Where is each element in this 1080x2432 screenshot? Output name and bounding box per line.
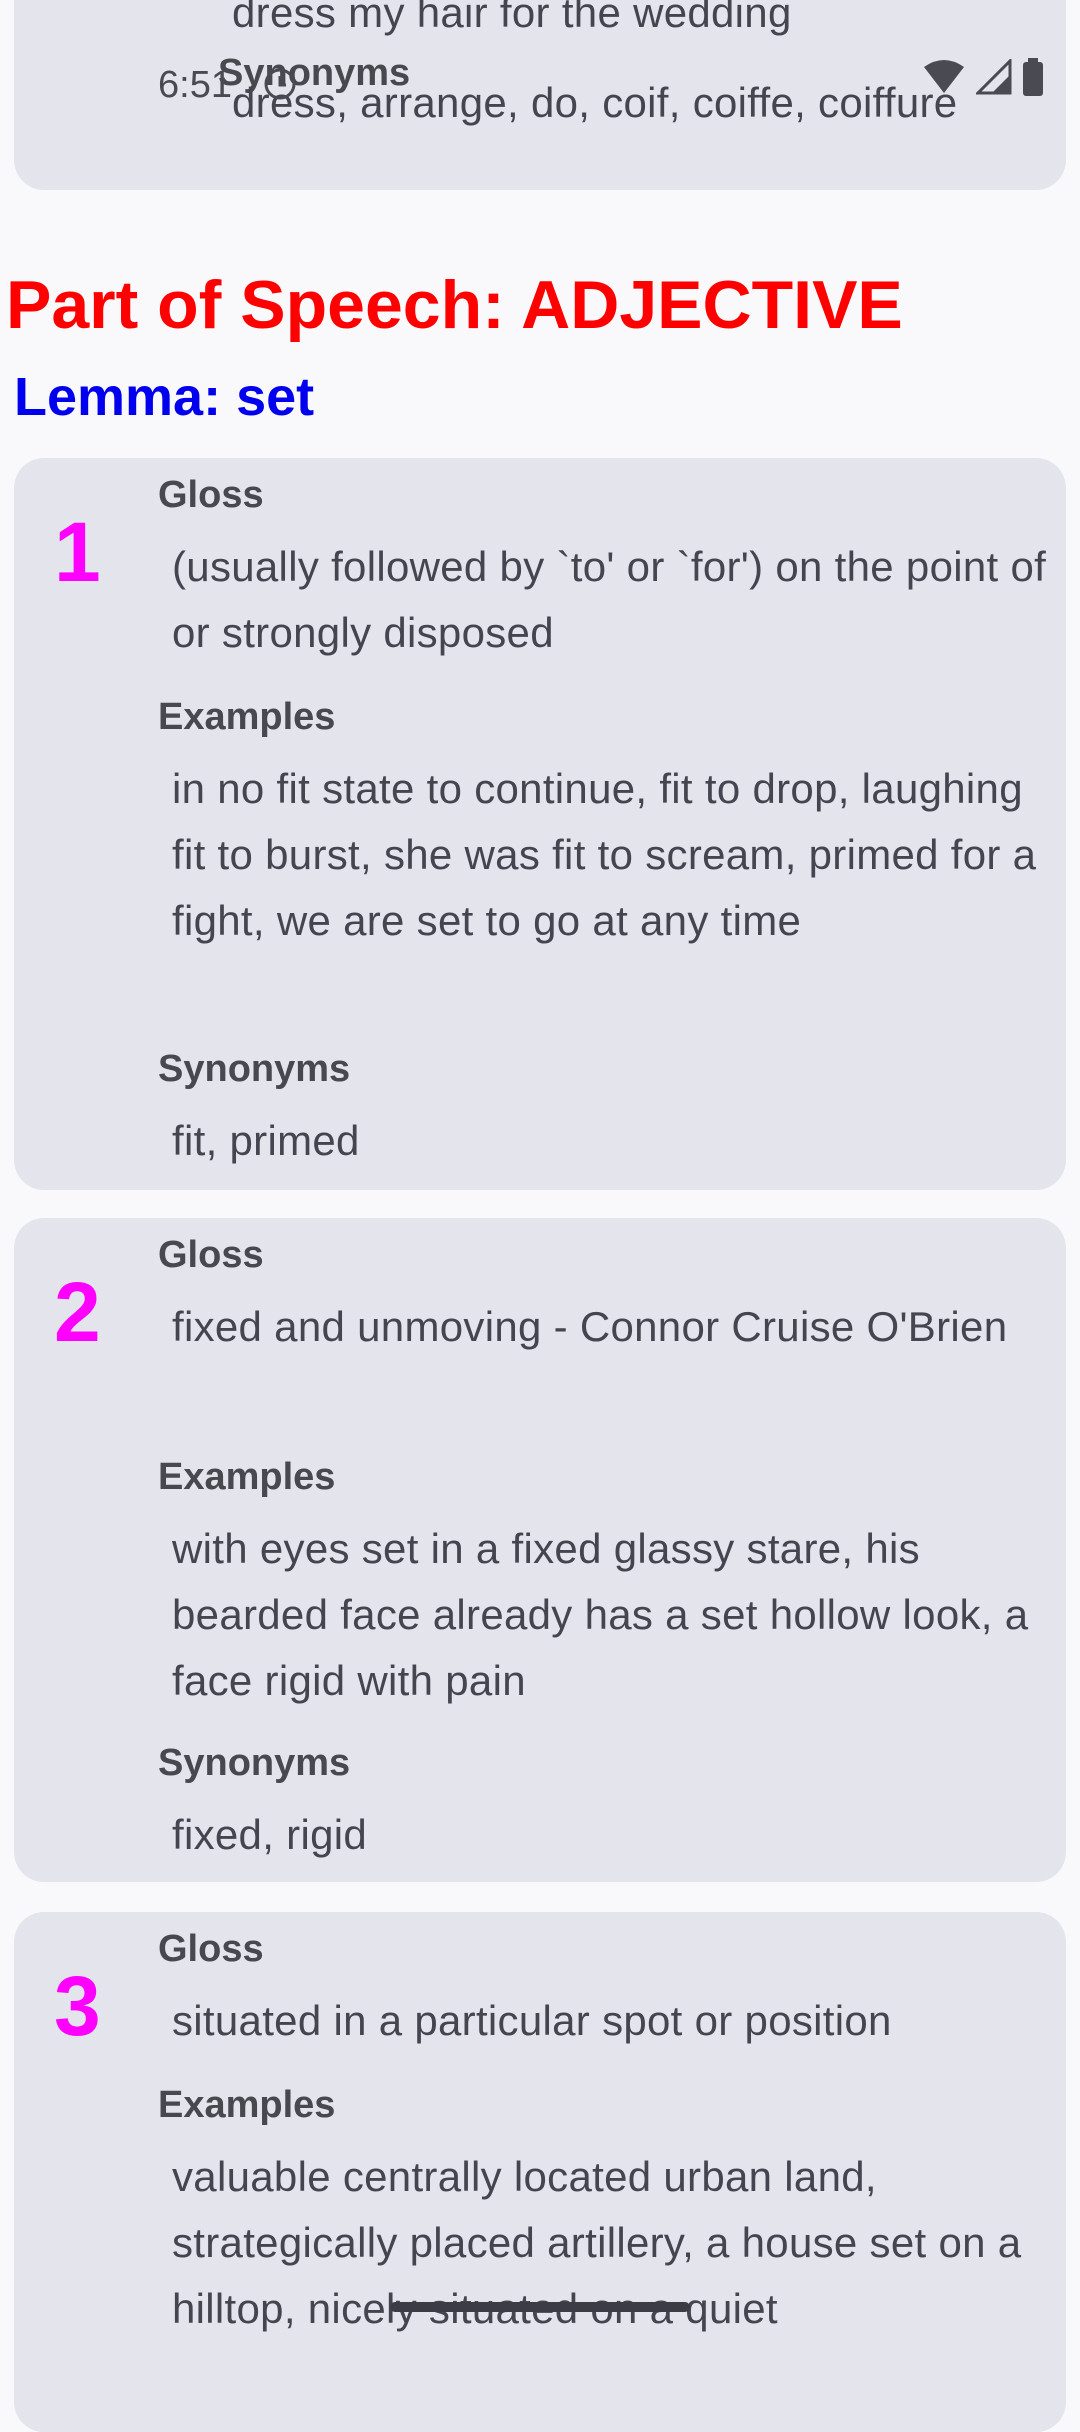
synonyms-label: Synonyms xyxy=(158,1742,351,1784)
synonyms-text: fixed, rigid xyxy=(172,1811,368,1858)
synonyms-text: fit, primed xyxy=(172,1117,360,1164)
status-icons xyxy=(922,57,1044,101)
gloss-label: Gloss xyxy=(158,1928,264,1970)
examples-label: Examples xyxy=(158,2084,336,2126)
sense-number: 1 xyxy=(54,505,101,599)
part-of-speech-heading: Part of Speech: ADJECTIVE xyxy=(6,267,903,343)
examples-text: with eyes set in a fixed glassy stare, h… xyxy=(172,1525,1029,1704)
sense-card-2: 2 Gloss fixed and unmoving - Connor Crui… xyxy=(14,1218,1066,1882)
status-time: 6:51 xyxy=(158,64,232,106)
sense-number: 2 xyxy=(54,1265,101,1359)
gesture-navigation-bar[interactable] xyxy=(390,2302,690,2312)
gloss-text: (usually followed by `to' or `for') on t… xyxy=(172,543,1047,656)
cell-signal-icon xyxy=(974,57,1012,100)
gloss-label: Gloss xyxy=(158,474,264,516)
gloss-label: Gloss xyxy=(158,1234,264,1276)
gloss-text: fixed and unmoving - Connor Cruise O'Bri… xyxy=(172,1303,1008,1350)
cut-example-text: dress my hair for the wedding xyxy=(232,0,792,36)
battery-icon xyxy=(1022,58,1044,101)
gloss-text: situated in a particular spot or positio… xyxy=(172,1997,892,2044)
sync-icon xyxy=(262,66,298,107)
examples-label: Examples xyxy=(158,696,336,738)
examples-text: in no fit state to continue, fit to drop… xyxy=(172,765,1037,944)
sense-card-1: 1 Gloss (usually followed by `to' or `fo… xyxy=(14,458,1066,1190)
examples-text: valuable centrally located urban land, s… xyxy=(172,2153,1022,2332)
examples-label: Examples xyxy=(158,1456,336,1498)
synonyms-label: Synonyms xyxy=(158,1048,351,1090)
lemma-heading: Lemma: set xyxy=(14,367,315,427)
wifi-icon xyxy=(922,59,966,100)
sense-card-3: 3 Gloss situated in a particular spot or… xyxy=(14,1912,1066,2432)
sense-number: 3 xyxy=(54,1959,101,2053)
